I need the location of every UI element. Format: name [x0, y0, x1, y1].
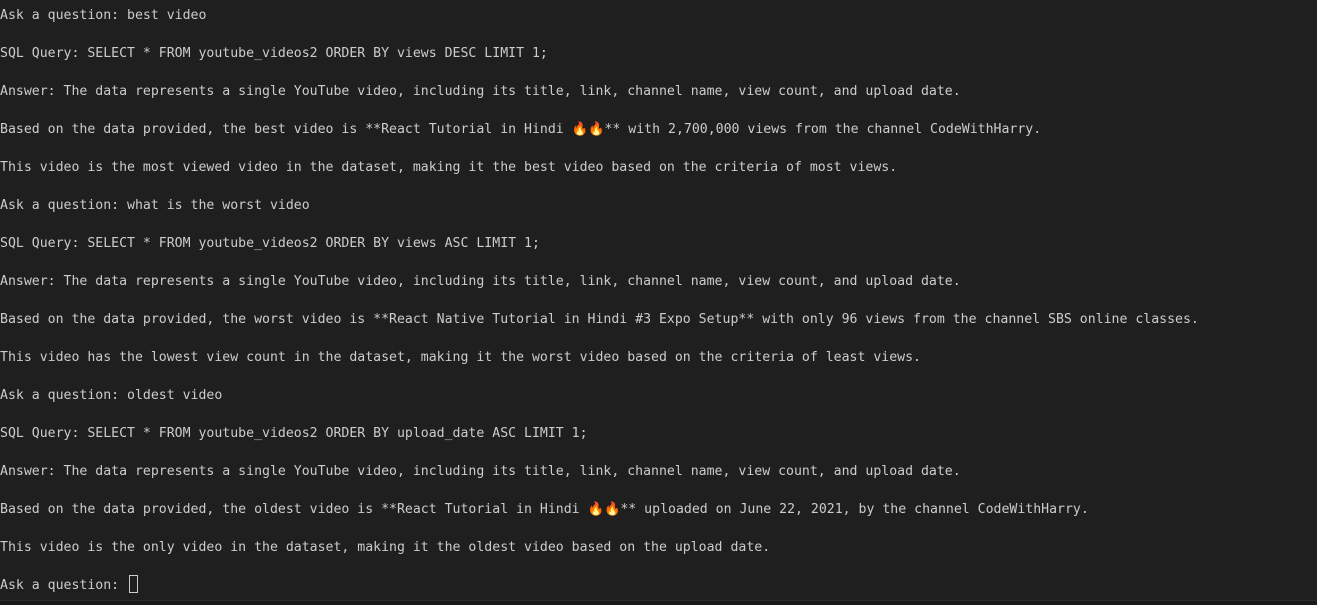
terminal-line: This video is the only video in the data… — [0, 540, 771, 555]
terminal-line: Ask a question: what is the worst video — [0, 198, 310, 213]
terminal-input-line[interactable]: Ask a question: — [0, 567, 139, 600]
terminal-line: Ask a question: best video — [0, 8, 207, 23]
terminal-line: SQL Query: SELECT * FROM youtube_videos2… — [0, 46, 548, 61]
terminal-panel[interactable]: Ask a question: best video SQL Query: SE… — [0, 0, 1317, 600]
terminal-line: Ask a question: oldest video — [0, 388, 223, 403]
terminal-line: This video has the lowest view count in … — [0, 350, 921, 365]
terminal-line: Based on the data provided, the worst vi… — [0, 312, 1199, 327]
terminal-line: Answer: The data represents a single You… — [0, 464, 961, 479]
terminal-line: Based on the data provided, the best vid… — [0, 122, 1042, 137]
terminal-line: This video is the most viewed video in t… — [0, 160, 898, 175]
text-cursor[interactable] — [129, 575, 139, 593]
terminal-line: SQL Query: SELECT * FROM youtube_videos2… — [0, 236, 540, 251]
terminal-line: Based on the data provided, the oldest v… — [0, 502, 1089, 517]
status-bar — [0, 600, 1317, 605]
terminal-line: SQL Query: SELECT * FROM youtube_videos2… — [0, 426, 588, 441]
terminal-prompt: Ask a question: — [0, 578, 128, 593]
terminal-line: Answer: The data represents a single You… — [0, 84, 961, 99]
terminal-line: Answer: The data represents a single You… — [0, 274, 961, 289]
